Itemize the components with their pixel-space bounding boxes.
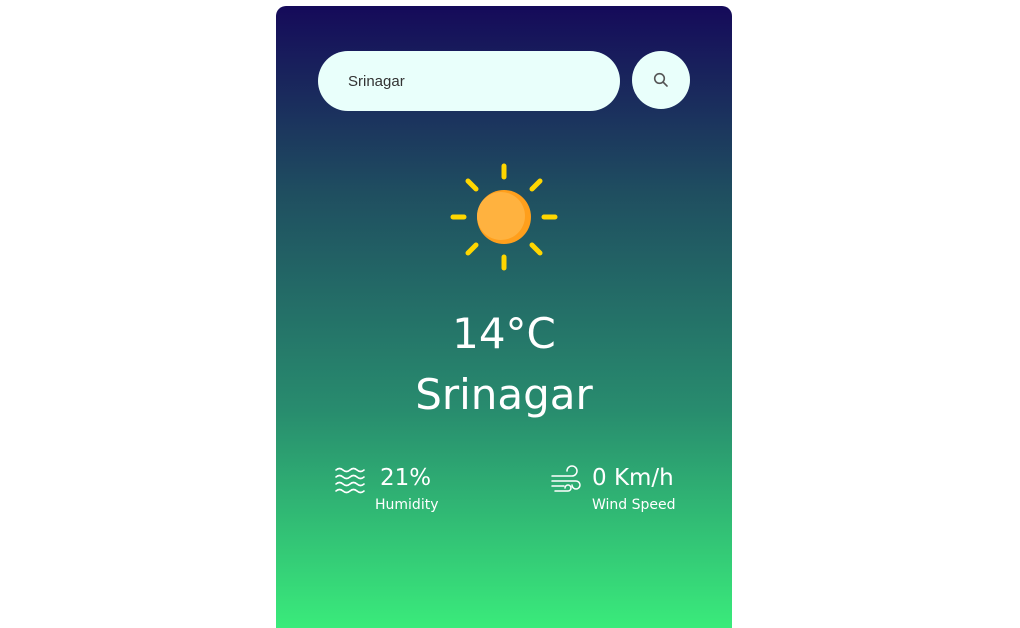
- city-name: Srinagar: [415, 370, 593, 419]
- wind-label: Wind Speed: [592, 497, 676, 513]
- search-icon: [653, 72, 668, 87]
- sun-icon: [450, 163, 558, 271]
- weather-card: 14°C Srinagar 21% Humidity 0 Km/h Wind S…: [276, 6, 732, 628]
- search-input[interactable]: [318, 51, 620, 111]
- wind-icon: [551, 465, 581, 492]
- search-button[interactable]: [632, 51, 690, 109]
- humidity-value: 21%: [380, 465, 432, 491]
- temperature: 14°C: [452, 309, 556, 358]
- humidity-detail: 21% Humidity: [334, 462, 454, 522]
- wind-value: 0 Km/h: [592, 465, 674, 491]
- humidity-icon: [335, 467, 365, 494]
- wind-detail: 0 Km/h Wind Speed: [550, 462, 690, 522]
- humidity-label: Humidity: [375, 497, 439, 513]
